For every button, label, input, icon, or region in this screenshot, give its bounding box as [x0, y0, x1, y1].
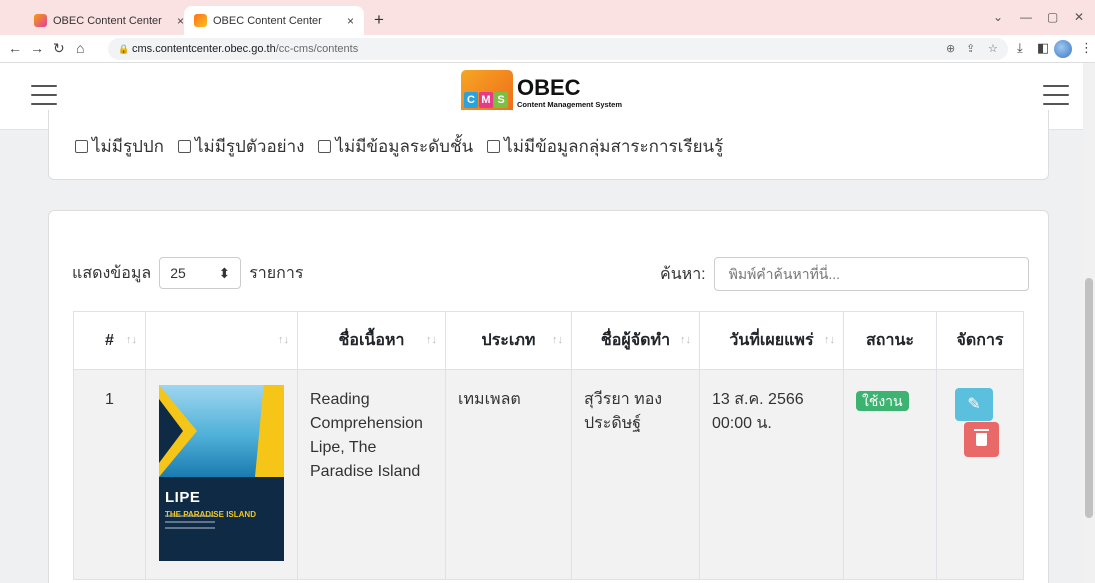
status-cell: ใช้งาน — [843, 369, 937, 580]
trash-icon — [974, 429, 989, 446]
publish-date: 13 ส.ค. 2566 00:00 น. — [699, 369, 844, 580]
checkbox[interactable] — [487, 140, 501, 153]
left-menu-hamburger-icon[interactable] — [31, 85, 57, 105]
col-number[interactable]: # ↑↓ — [73, 311, 146, 370]
home-icon[interactable]: ⌂ — [76, 40, 84, 56]
status-badge: ใช้งาน — [856, 391, 909, 411]
show-label: แสดงข้อมูล — [72, 264, 152, 282]
sort-icon: ↑↓ — [126, 334, 137, 346]
scrollbar-thumb[interactable] — [1085, 278, 1093, 518]
search-input[interactable]: พิมพ์คำค้นหาที่นี่... — [713, 257, 1029, 291]
site-favicon-icon — [194, 14, 207, 27]
sort-icon: ↑↓ — [552, 334, 563, 346]
content-table-card: แสดงข้อมูล 25 ⬍ รายการ ค้นหา: พิมพ์คำค้น… — [48, 210, 1049, 583]
filter-no-cover[interactable]: ไม่มีรูปปก — [75, 133, 164, 160]
col-cover[interactable]: ↑↓ — [145, 311, 298, 370]
forward-icon[interactable]: → — [30, 40, 44, 56]
sort-icon: ↑↓ — [426, 334, 437, 346]
address-bar-row: ← → ↻ ⌂ 🔒 cms.contentcenter.obec.go.th/c… — [0, 35, 1095, 63]
tab-title: OBEC Content Center — [213, 14, 322, 27]
content-name: Reading Comprehension Lipe, The Paradise… — [297, 369, 446, 580]
checkbox[interactable] — [318, 140, 332, 153]
content-author: สุวีรยา ทอง ประดิษฐ์ — [571, 369, 700, 580]
reload-icon[interactable]: ↻ — [53, 40, 65, 57]
browser-tab-active[interactable]: OBEC Content Center × — [184, 6, 364, 35]
url-domain: cms.contentcenter.obec.go.th — [132, 43, 276, 55]
row-number: 1 — [73, 369, 146, 580]
url-path: /cc-cms/contents — [275, 43, 359, 55]
table-row: 1 LIPE THE PARADISE ISLAND Reading Compr… — [73, 369, 1024, 580]
table-header-row: # ↑↓ ↑↓ ชื่อเนื้อหา ↑↓ ประเภท ↑↓ ชื่อผู้จัด… — [73, 311, 1024, 370]
search-label: ค้นหา: — [660, 265, 706, 283]
site-favicon-icon — [34, 14, 47, 27]
profile-avatar[interactable] — [1054, 40, 1072, 61]
entries-label: รายการ — [249, 264, 304, 282]
sidepanel-icon[interactable]: ◧ — [1037, 40, 1049, 56]
new-tab-button[interactable]: + — [374, 10, 384, 30]
page-scrollbar[interactable] — [1083, 63, 1095, 583]
cover-cell: LIPE THE PARADISE ISLAND — [145, 369, 298, 580]
zoom-icon[interactable]: ⊕ — [946, 38, 955, 60]
right-menu-hamburger-icon[interactable] — [1043, 85, 1069, 105]
page-size-select[interactable]: 25 ⬍ — [159, 257, 242, 289]
col-actions: จัดการ — [936, 311, 1024, 370]
sort-icon: ↑↓ — [680, 334, 691, 346]
browser-tab-strip: OBEC Content Center × OBEC Content Cente… — [0, 0, 1095, 35]
tab-close-icon[interactable]: × — [347, 14, 354, 28]
minimize-icon[interactable]: — — [1020, 10, 1032, 24]
filter-no-sample[interactable]: ไม่มีรูปตัวอย่าง — [177, 133, 304, 160]
edit-icon: ✎ — [967, 396, 981, 413]
tab-search-icon[interactable]: ⌄ — [993, 10, 1003, 24]
cover-thumbnail[interactable]: LIPE THE PARADISE ISLAND — [159, 385, 284, 561]
col-type[interactable]: ประเภท ↑↓ — [445, 311, 572, 370]
logo-title: OBEC — [517, 75, 581, 101]
bookmark-star-icon[interactable]: ☆ — [988, 38, 998, 60]
logo-subtitle: Content Management System — [517, 100, 623, 110]
content-type: เทมเพลต — [445, 369, 572, 580]
restore-icon[interactable]: ▢ — [1047, 10, 1058, 24]
filter-no-subject[interactable]: ไม่มีข้อมูลกลุ่มสาระการเรียนรู้ — [487, 133, 723, 160]
col-content-name[interactable]: ชื่อเนื้อหา ↑↓ — [297, 311, 446, 370]
checkbox[interactable] — [75, 140, 88, 153]
actions-cell: ✎ — [936, 369, 1024, 580]
col-author[interactable]: ชื่อผู้จัดทำ ↑↓ — [571, 311, 700, 370]
filter-checkboxes: ไม่มีรูปปก ไม่มีรูปตัวอย่าง ไม่มีข้อมูลร… — [75, 133, 723, 160]
url-field[interactable]: 🔒 cms.contentcenter.obec.go.th/cc-cms/co… — [108, 38, 1008, 60]
browser-tab[interactable]: OBEC Content Center × — [24, 6, 194, 35]
download-icon[interactable]: ⤓ — [1017, 40, 1023, 56]
menu-kebab-icon[interactable]: ⋮ — [1080, 40, 1093, 56]
col-publish-date[interactable]: วันที่เผยแพร่ ↑↓ — [699, 311, 844, 370]
delete-button[interactable] — [964, 422, 999, 457]
edit-button[interactable]: ✎ — [955, 388, 993, 421]
filter-no-level[interactable]: ไม่มีข้อมูลระดับชั้น — [318, 133, 473, 160]
sort-icon: ↑↓ — [278, 334, 289, 346]
tab-title: OBEC Content Center — [53, 14, 162, 27]
col-status: สถานะ — [843, 311, 937, 370]
filter-card: ไม่มีรูปปก ไม่มีรูปตัวอย่าง ไม่มีข้อมูลร… — [48, 110, 1049, 180]
contents-table: # ↑↓ ↑↓ ชื่อเนื้อหา ↑↓ ประเภท ↑↓ ชื่อผู้จัด… — [73, 311, 1024, 580]
back-icon[interactable]: ← — [8, 40, 22, 56]
share-icon[interactable]: ⇪ — [966, 38, 975, 60]
tab-close-icon[interactable]: × — [177, 14, 184, 28]
page-length-control: แสดงข้อมูล 25 ⬍ รายการ — [72, 257, 303, 289]
updown-icon: ⬍ — [218, 264, 231, 281]
search-control: ค้นหา: พิมพ์คำค้นหาที่นี่... — [660, 257, 1029, 291]
sort-icon: ↑↓ — [824, 334, 835, 346]
close-window-icon[interactable]: ✕ — [1074, 10, 1084, 24]
lock-icon: 🔒 — [118, 44, 130, 54]
checkbox[interactable] — [177, 140, 191, 153]
